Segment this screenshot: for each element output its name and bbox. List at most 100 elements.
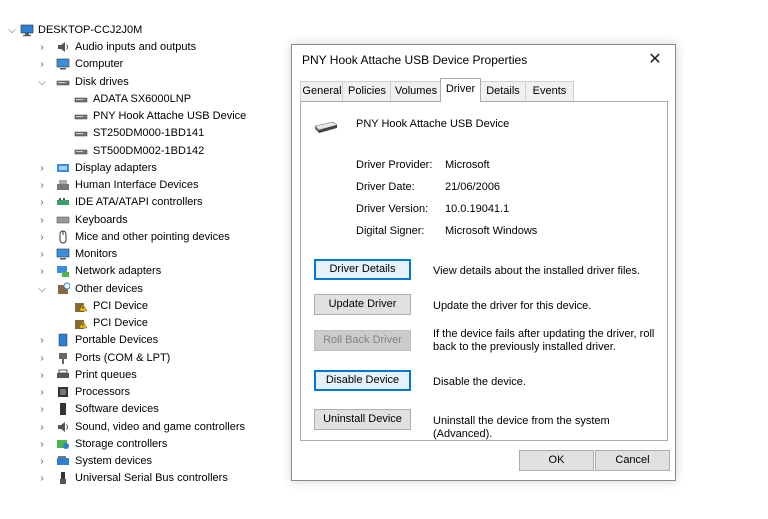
roll-back-driver-button[interactable]: Roll Back Driver xyxy=(314,330,411,351)
pci-warning-icon xyxy=(75,320,88,329)
speaker-icon xyxy=(58,42,68,52)
chevron-right-icon[interactable]: › xyxy=(36,177,48,194)
tree-item-label: Human Interface Devices xyxy=(75,179,199,191)
software-device-icon xyxy=(60,403,66,415)
tree-child-label: ST250DM000-1BD141 xyxy=(93,127,205,139)
tree-item-label: System devices xyxy=(75,455,153,467)
tab-volumes[interactable]: Volumes xyxy=(390,81,442,101)
chevron-down-icon[interactable]: ⌵ xyxy=(36,281,48,298)
tree-item-label: Ports (COM & LPT) xyxy=(75,352,171,364)
disable-device-button[interactable]: Disable Device xyxy=(314,370,411,391)
display-adapter-icon xyxy=(57,164,69,172)
driver-details-button[interactable]: Driver Details xyxy=(314,259,411,280)
chevron-right-icon[interactable]: › xyxy=(36,384,48,401)
tree-item-label: Storage controllers xyxy=(75,438,168,450)
update-driver-desc: Update the driver for this device. xyxy=(433,300,592,312)
tree-item-label: Universal Serial Bus controllers xyxy=(75,472,228,484)
device-name: PNY Hook Attache USB Device xyxy=(356,118,510,130)
tree-item-label: Disk drives xyxy=(75,76,129,88)
driver-date-label: Driver Date: xyxy=(356,181,415,193)
chevron-right-icon[interactable]: › xyxy=(36,39,48,56)
tree-item-label: Processors xyxy=(75,386,131,398)
disk-drive-icon xyxy=(56,80,70,86)
update-driver-button[interactable]: Update Driver xyxy=(314,294,411,315)
chevron-right-icon[interactable]: › xyxy=(36,470,48,487)
close-icon[interactable]: ✕ xyxy=(643,47,667,73)
disk-drive-icon xyxy=(74,97,88,103)
printer-icon xyxy=(57,369,69,378)
keyboard-icon xyxy=(56,216,70,224)
tree-child-label: PNY Hook Attache USB Device xyxy=(93,110,247,122)
chevron-down-icon[interactable]: ⌵ xyxy=(36,74,48,91)
chevron-right-icon[interactable]: › xyxy=(36,229,48,246)
chevron-down-icon[interactable]: ⌵ xyxy=(6,22,18,39)
chevron-right-icon[interactable]: › xyxy=(36,436,48,453)
tab-details[interactable]: Details xyxy=(479,81,527,101)
chevron-right-icon[interactable]: › xyxy=(36,419,48,436)
tree-item-label: Audio inputs and outputs xyxy=(75,41,197,53)
tree-item-label: Display adapters xyxy=(75,162,157,174)
dialog-title: PNY Hook Attache USB Device Properties xyxy=(302,53,528,67)
tree-item-label: Other devices xyxy=(75,283,143,295)
cancel-button[interactable]: Cancel xyxy=(595,450,670,471)
ok-button[interactable]: OK xyxy=(519,450,594,471)
uninstall-device-button[interactable]: Uninstall Device xyxy=(314,409,411,430)
tree-item-label: Software devices xyxy=(75,403,159,415)
chevron-right-icon[interactable]: › xyxy=(36,453,48,470)
digital-signer-value: Microsoft Windows xyxy=(445,225,538,237)
chevron-right-icon[interactable]: › xyxy=(36,401,48,418)
monitor-icon xyxy=(56,248,70,260)
chevron-right-icon[interactable]: › xyxy=(36,332,48,349)
driver-version-value: 10.0.19041.1 xyxy=(445,203,510,215)
driver-version-label: Driver Version: xyxy=(356,203,429,215)
tree-item-label: Computer xyxy=(75,58,124,70)
uninstall-device-desc: Uninstall the device from the system (Ad… xyxy=(433,415,610,440)
driver-date-value: 21/06/2006 xyxy=(445,181,501,193)
tree-item-label: Portable Devices xyxy=(75,334,159,346)
tree-child-label: PCI Device xyxy=(93,317,149,329)
ide-controller-icon xyxy=(57,198,69,205)
chevron-right-icon[interactable]: › xyxy=(36,350,48,367)
chevron-right-icon[interactable]: › xyxy=(36,56,48,73)
tree-item-label: Sound, video and game controllers xyxy=(75,421,245,433)
tree-item-label: Network adapters xyxy=(75,265,162,277)
tree-child-label: ST500DM002-1BD142 xyxy=(93,145,205,157)
speaker-icon xyxy=(58,422,68,432)
driver-details-desc: View details about the installed driver … xyxy=(433,265,641,277)
tab-general[interactable]: General xyxy=(300,81,344,101)
portable-device-icon xyxy=(58,333,68,347)
tab-policies[interactable]: Policies xyxy=(342,81,392,101)
digital-signer-label: Digital Signer: xyxy=(356,225,425,237)
chevron-right-icon[interactable]: › xyxy=(36,246,48,263)
chevron-right-icon[interactable]: › xyxy=(36,212,48,229)
port-icon xyxy=(59,353,67,364)
driver-provider-label: Driver Provider: xyxy=(356,159,433,171)
computer-name: DESKTOP-CCJ2J0M xyxy=(38,24,143,36)
processor-icon xyxy=(58,387,68,397)
chevron-right-icon[interactable]: › xyxy=(36,194,48,211)
monitor-icon xyxy=(56,58,70,70)
mouse-icon xyxy=(59,230,67,244)
tree-item-label: IDE ATA/ATAPI controllers xyxy=(75,196,203,208)
system-device-icon xyxy=(57,456,69,465)
hid-icon xyxy=(57,180,69,190)
storage-controller-icon xyxy=(57,440,69,449)
chevron-right-icon[interactable]: › xyxy=(36,367,48,384)
tab-driver[interactable]: Driver xyxy=(440,78,481,102)
disable-device-desc: Disable the device. xyxy=(433,376,526,388)
usb-drive-icon xyxy=(314,121,338,133)
chevron-right-icon[interactable]: › xyxy=(36,263,48,280)
tree-item-label: Monitors xyxy=(75,248,118,260)
chevron-right-icon[interactable]: › xyxy=(36,160,48,177)
tree-item-label: Print queues xyxy=(75,369,137,381)
unknown-device-icon xyxy=(58,282,70,294)
disk-drive-icon xyxy=(74,149,88,155)
network-adapter-icon xyxy=(57,266,69,277)
tree-child-label: ADATA SX6000LNP xyxy=(93,93,192,105)
driver-provider-value: Microsoft xyxy=(445,159,490,171)
computer-icon xyxy=(20,24,34,37)
tree-item-label: Mice and other pointing devices xyxy=(75,231,230,243)
tree-item-label: Keyboards xyxy=(75,214,128,226)
disk-drive-icon xyxy=(74,131,88,137)
tab-events[interactable]: Events xyxy=(525,81,574,101)
